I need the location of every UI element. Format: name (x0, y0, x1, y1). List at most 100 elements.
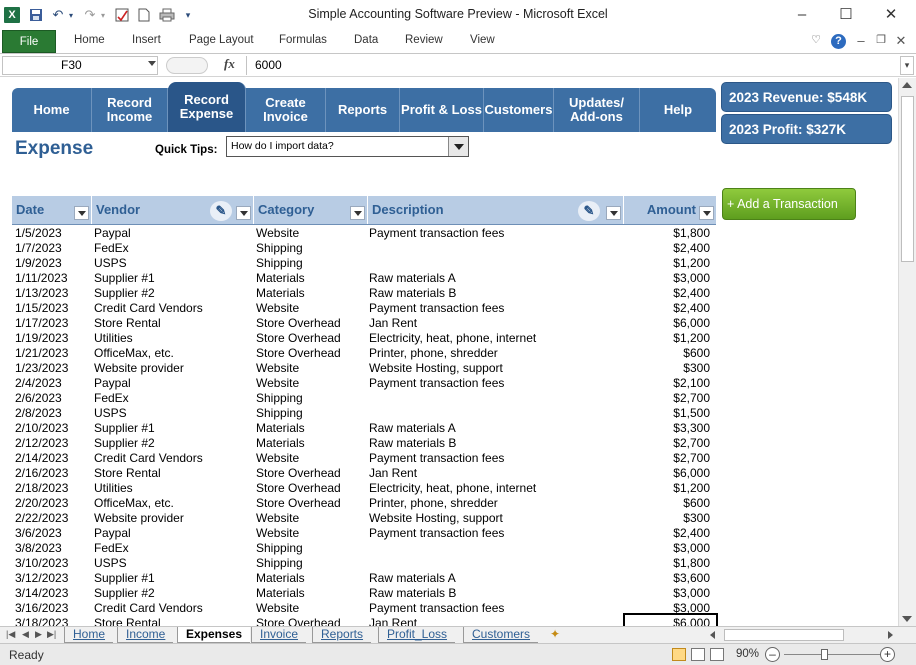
cell-category[interactable]: Materials (256, 571, 366, 586)
vertical-scroll-thumb[interactable] (901, 96, 914, 262)
cell-amount[interactable]: $600 (624, 346, 710, 361)
file-tab[interactable]: File (2, 30, 56, 53)
cell-category[interactable]: Materials (256, 286, 366, 301)
table-row[interactable]: 3/18/2023 Store Rental Store Overhead Jan R… (12, 616, 718, 626)
cell-vendor[interactable]: Store Rental (94, 466, 252, 481)
cell-vendor[interactable]: Supplier #1 (94, 571, 252, 586)
cell-category[interactable]: Shipping (256, 256, 366, 271)
normal-view-icon[interactable] (672, 648, 686, 661)
tab-page-layout[interactable]: Page Layout (189, 34, 254, 46)
cell-vendor[interactable]: FedEx (94, 541, 252, 556)
workbook-close-icon[interactable]: ✕ (893, 33, 909, 49)
nav-reports-button[interactable]: Reports (326, 88, 400, 132)
cell-amount[interactable]: $1,800 (624, 226, 710, 241)
nav-profit-loss-button[interactable]: Profit & Loss (400, 88, 484, 132)
ribbon-minimize-icon[interactable]: ♡ (808, 33, 824, 46)
table-row[interactable]: 2/12/2023 Supplier #2 Materials Raw materia… (12, 436, 718, 451)
cell-category[interactable]: Shipping (256, 406, 366, 421)
cell-category[interactable]: Shipping (256, 241, 366, 256)
cell-vendor[interactable]: Supplier #2 (94, 586, 252, 601)
cell-date[interactable]: 2/8/2023 (15, 406, 91, 421)
cell-vendor[interactable]: Paypal (94, 526, 252, 541)
formula-expand-icon[interactable]: ▾ (900, 56, 914, 75)
cell-amount[interactable]: $2,700 (624, 391, 710, 406)
zoom-slider[interactable] (784, 654, 882, 655)
zoom-slider-thumb[interactable] (821, 649, 828, 660)
cell-vendor[interactable]: Supplier #2 (94, 286, 252, 301)
cell-vendor[interactable]: Credit Card Vendors (94, 301, 252, 316)
workbook-restore-icon[interactable]: ❐ (873, 33, 889, 46)
nav-customers-button[interactable]: Customers (484, 88, 554, 132)
cell-date[interactable]: 2/6/2023 (15, 391, 91, 406)
cell-description[interactable]: Jan Rent (369, 616, 619, 626)
cell-amount[interactable]: $300 (624, 361, 710, 376)
table-row[interactable]: 3/6/2023 Paypal Website Payment transaction… (12, 526, 718, 541)
scroll-up-icon[interactable] (902, 82, 912, 88)
edit-vendor-icon[interactable]: ✎ (210, 201, 232, 221)
table-row[interactable]: 1/15/2023 Credit Card Vendors Website Payme… (12, 301, 718, 316)
table-row[interactable]: 1/21/2023 OfficeMax, etc. Store Overhead Pr… (12, 346, 718, 361)
cell-amount[interactable]: $1,800 (624, 556, 710, 571)
table-row[interactable]: 1/7/2023 FedEx Shipping $2,400 (12, 241, 718, 256)
cell-vendor[interactable]: OfficeMax, etc. (94, 496, 252, 511)
cell-description[interactable]: Raw materials B (369, 586, 619, 601)
cell-amount[interactable]: $2,400 (624, 286, 710, 301)
scroll-down-icon[interactable] (902, 616, 912, 622)
cell-date[interactable]: 1/23/2023 (15, 361, 91, 376)
sheet-tab-home[interactable]: Home (64, 627, 114, 643)
zoom-in-icon[interactable]: + (880, 647, 895, 662)
close-icon[interactable]: ✕ (881, 5, 901, 25)
cell-date[interactable]: 3/6/2023 (15, 526, 91, 541)
cell-date[interactable]: 3/8/2023 (15, 541, 91, 556)
tab-insert[interactable]: Insert (132, 34, 161, 46)
cell-date[interactable]: 2/12/2023 (15, 436, 91, 451)
add-transaction-button[interactable]: + Add a Transaction (722, 188, 856, 220)
cell-amount[interactable]: $3,300 (624, 421, 710, 436)
table-row[interactable]: 1/23/2023 Website provider Website Website … (12, 361, 718, 376)
name-box[interactable]: F30 (2, 56, 158, 75)
tab-formulas[interactable]: Formulas (279, 34, 327, 46)
cell-amount[interactable]: $3,000 (624, 541, 710, 556)
quick-tips-select[interactable]: How do I import data? (226, 136, 469, 157)
cell-amount[interactable]: $2,100 (624, 376, 710, 391)
cell-amount[interactable]: $1,200 (624, 331, 710, 346)
table-row[interactable]: 3/8/2023 FedEx Shipping $3,000 (12, 541, 718, 556)
cell-date[interactable]: 2/16/2023 (15, 466, 91, 481)
cell-category[interactable]: Materials (256, 436, 366, 451)
table-row[interactable]: 1/19/2023 Utilities Store Overhead Electric… (12, 331, 718, 346)
edit-description-icon[interactable]: ✎ (578, 201, 600, 221)
sheet-tab-reports[interactable]: Reports (312, 627, 372, 643)
nav-updates-addons-button[interactable]: Updates/ Add-ons (554, 88, 640, 132)
cell-vendor[interactable]: Website provider (94, 361, 252, 376)
cell-category[interactable]: Website (256, 511, 366, 526)
cell-date[interactable]: 1/19/2023 (15, 331, 91, 346)
cell-description[interactable]: Payment transaction fees (369, 451, 619, 466)
cell-description[interactable]: Raw materials B (369, 286, 619, 301)
cell-amount[interactable]: $1,200 (624, 256, 710, 271)
insert-function-icon[interactable]: fx (224, 56, 244, 72)
cell-vendor[interactable]: Credit Card Vendors (94, 601, 252, 616)
next-sheet-icon[interactable]: ▶ (35, 629, 42, 640)
table-row[interactable]: 2/10/2023 Supplier #1 Materials Raw materia… (12, 421, 718, 436)
cell-description[interactable]: Electricity, heat, phone, internet (369, 331, 619, 346)
cell-date[interactable]: 2/10/2023 (15, 421, 91, 436)
nav-home-button[interactable]: Home (12, 88, 92, 132)
sheet-tab-customers[interactable]: Customers (463, 627, 539, 643)
nav-record-expense-button[interactable]: Record Expense (168, 82, 246, 132)
cell-vendor[interactable]: Paypal (94, 226, 252, 241)
cell-category[interactable]: Store Overhead (256, 481, 366, 496)
filter-dropdown-icon[interactable] (699, 206, 714, 220)
cell-amount[interactable]: $2,400 (624, 241, 710, 256)
cell-date[interactable]: 2/18/2023 (15, 481, 91, 496)
cell-category[interactable]: Store Overhead (256, 616, 366, 626)
cell-date[interactable]: 1/15/2023 (15, 301, 91, 316)
cell-vendor[interactable]: Utilities (94, 331, 252, 346)
name-box-dropdown-icon[interactable] (148, 61, 156, 66)
cell-amount[interactable]: $6,000 (624, 466, 710, 481)
cell-date[interactable]: 3/10/2023 (15, 556, 91, 571)
cell-category[interactable]: Store Overhead (256, 316, 366, 331)
cell-vendor[interactable]: USPS (94, 406, 252, 421)
cell-category[interactable]: Shipping (256, 541, 366, 556)
filter-dropdown-icon[interactable] (350, 206, 365, 220)
cell-vendor[interactable]: Store Rental (94, 316, 252, 331)
